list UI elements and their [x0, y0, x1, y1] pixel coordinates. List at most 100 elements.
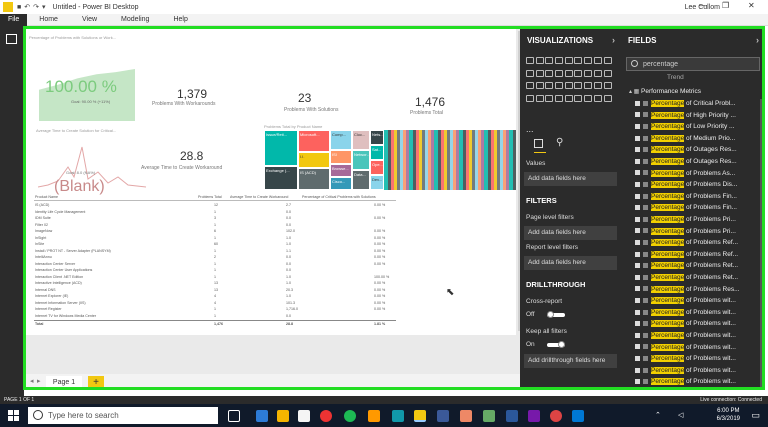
table-row[interactable]: Interaction Center Server 1 0.0 0.00 % [34, 262, 396, 268]
field-item[interactable]: Percentage of Problems Fin... [635, 204, 763, 214]
save-icon[interactable]: ■ [17, 4, 21, 11]
field-checkbox[interactable] [635, 112, 640, 118]
treemap-tile[interactable]: Nets... [370, 130, 384, 145]
column-header[interactable]: Percentage of Critical Problems with Sol… [302, 195, 376, 199]
treemap-tile[interactable]: Dev... [370, 175, 384, 190]
table-row[interactable]: IntelliAnnu 2 0.0 0.00 % [34, 255, 396, 261]
collapse-visualizations-icon[interactable]: › [612, 35, 615, 45]
treemap-tile[interactable]: Comp... [330, 130, 352, 150]
format-paintroller-icon[interactable]: ⚲ [556, 137, 563, 148]
store-icon[interactable] [298, 410, 310, 422]
field-item[interactable]: Percentage of Problems wit... [635, 297, 763, 307]
treemap-tile[interactable]: Cisco... [330, 177, 352, 190]
visual-type-icon[interactable] [574, 94, 583, 102]
treemap-visual[interactable]: Issue/Reti... Exchange (... Microsoft...… [264, 130, 516, 190]
visual-type-icon[interactable] [603, 82, 612, 89]
minimize-button[interactable]: — [699, 1, 707, 10]
field-checkbox[interactable] [635, 228, 640, 234]
field-checkbox[interactable] [635, 367, 640, 373]
visual-type-icon[interactable] [545, 94, 554, 102]
keep-filters-toggle[interactable] [547, 341, 565, 348]
app-icon[interactable] [368, 410, 380, 422]
spotify-icon[interactable] [344, 410, 356, 422]
treemap-tile[interactable]: IS (ACD) [298, 168, 330, 190]
visual-type-icon[interactable] [545, 69, 554, 77]
drillthrough-well[interactable]: Add drillthrough fields here [524, 354, 617, 368]
visual-type-icon[interactable] [564, 82, 573, 89]
field-checkbox[interactable] [635, 181, 640, 187]
field-checkbox[interactable] [635, 332, 640, 338]
table-row[interactable]: IS (ACD) 12 2.7 0.00 % [34, 203, 396, 209]
treemap-tile[interactable]: ISI [330, 150, 352, 164]
field-item[interactable]: Percentage of Low Priority ... [635, 123, 763, 133]
visual-type-icon[interactable] [535, 57, 544, 64]
tab-modeling[interactable]: Modeling [109, 16, 161, 23]
visual-type-icon[interactable] [526, 69, 534, 77]
field-item[interactable]: Percentage of Problems wit... [635, 332, 763, 342]
customize-quick-access-icon[interactable]: ▾ [42, 3, 46, 11]
field-checkbox[interactable] [635, 344, 640, 350]
treemap-tile[interactable]: Microsoft... [298, 130, 330, 152]
collapse-fields-icon[interactable]: › [756, 35, 759, 45]
table-row[interactable]: InSight 1 1.0 0.00 % [34, 236, 396, 242]
field-checkbox[interactable] [635, 135, 640, 141]
field-item[interactable]: Percentage of Problems wit... [635, 320, 763, 330]
tab-help[interactable]: Help [161, 16, 199, 23]
field-item[interactable]: Percentage of Problems wit... [635, 343, 763, 354]
table-row[interactable]: ImageNow 6 102.0 0.00 % [34, 229, 396, 235]
report-page[interactable]: Percentage of Problems with Solutions or… [26, 29, 516, 335]
visual-type-icon[interactable] [574, 82, 583, 89]
values-well[interactable]: Add data fields here [524, 172, 617, 186]
field-item[interactable]: Percentage of Problems wit... [635, 355, 763, 365]
windows-start-icon[interactable] [8, 410, 19, 421]
fields-well-icon[interactable] [534, 139, 543, 148]
visual-type-icon[interactable] [593, 69, 602, 77]
visual-type-icon[interactable] [584, 94, 593, 102]
visual-type-icon[interactable] [603, 69, 612, 77]
gauge-visual[interactable]: 100.00 % Goal: 90.00 % (+11%) [39, 69, 135, 121]
tab-home[interactable]: Home [27, 16, 70, 23]
prev-page-icon[interactable]: ◂ [30, 377, 34, 385]
visual-type-icon[interactable] [535, 69, 544, 77]
table-row[interactable]: Identity Life Cycle Management 1 0.0 [34, 210, 396, 216]
app-icon[interactable] [572, 410, 584, 422]
fields-search-input[interactable]: percentage [626, 57, 760, 71]
field-item[interactable]: Percentage of Outages Res... [635, 146, 763, 156]
field-item[interactable]: Percentage of Problems Ret... [635, 274, 763, 284]
field-checkbox[interactable] [635, 309, 640, 315]
table-row[interactable]: Internet Register 1 1,716.0 0.00 % [34, 307, 396, 313]
onenote-icon[interactable] [528, 410, 540, 422]
visual-type-icon[interactable] [535, 82, 544, 89]
treemap-tile[interactable]: Ope... [370, 160, 384, 175]
visual-type-icon[interactable] [584, 82, 593, 89]
field-item[interactable]: Percentage of Problems Pri... [635, 227, 763, 238]
field-item[interactable]: Percentage of Problems Res... [635, 285, 763, 296]
edge-icon[interactable] [256, 410, 268, 422]
visual-type-icon[interactable] [555, 57, 564, 64]
table-row[interactable]: Interactive Intelligence (ACD) 13 1.0 0.00 … [34, 281, 396, 287]
volume-icon[interactable]: ◁ [678, 411, 683, 419]
close-button[interactable]: ✕ [748, 1, 755, 10]
table-row[interactable]: Internet TV for Windows Media Center 1 0.0 [34, 314, 396, 320]
treemap-tile[interactable]: Data... [352, 170, 370, 190]
table-row[interactable]: Interaction Client .NET Edition 1 1.0 100.0… [34, 275, 396, 281]
taskbar-search-input[interactable]: Type here to search [28, 407, 218, 424]
field-item[interactable]: Percentage of Outages Res... [635, 158, 763, 168]
table-row[interactable]: Filter 02 1 0.0 [34, 223, 396, 229]
treemap-tile[interactable]: I.I. [298, 152, 330, 168]
report-view-icon[interactable] [6, 34, 17, 44]
field-checkbox[interactable] [635, 158, 640, 164]
field-item[interactable]: Percentage of Problems Ref... [635, 250, 763, 261]
column-header[interactable]: Product Name [35, 195, 58, 199]
file-menu[interactable]: File [0, 13, 28, 26]
field-item[interactable]: Percentage of Problems Ret... [635, 262, 763, 272]
task-view-icon[interactable] [228, 410, 240, 422]
table-row[interactable]: Internal DNS 13 20.3 0.00 % [34, 288, 396, 294]
field-checkbox[interactable] [635, 170, 640, 176]
table-row[interactable]: Internet Information Server (IIS) 4 101.3 0… [34, 301, 396, 307]
treemap-tile[interactable]: Networ... [352, 150, 370, 170]
visual-type-icon[interactable] [593, 82, 602, 89]
table-row[interactable]: IDM Suite 3 0.0 0.00 % [34, 216, 396, 222]
tab-view[interactable]: View [70, 16, 109, 23]
field-item[interactable]: Percentage of Critical Probl... [635, 100, 763, 110]
